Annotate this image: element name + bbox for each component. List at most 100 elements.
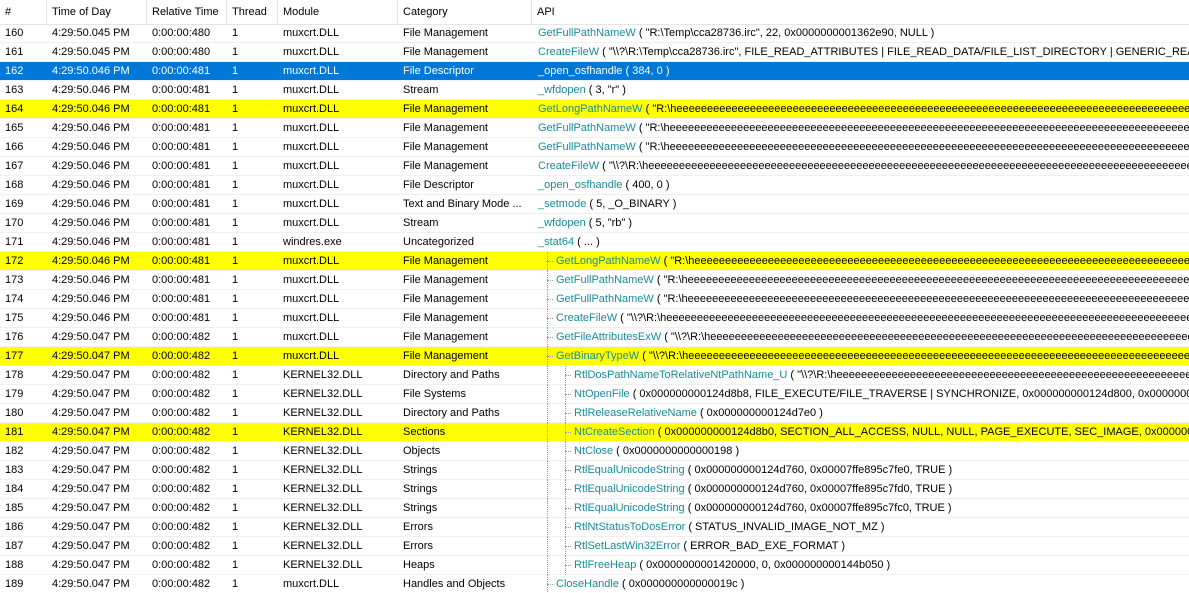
relative-time-cell: 0:00:00:480 xyxy=(152,27,211,39)
table-row[interactable]: 168 4:29:50.046 PM 0:00:00:481 1 muxcrt.DLL F… xyxy=(0,176,1189,195)
table-row[interactable]: 188 4:29:50.047 PM 0:00:00:482 1 KERNEL32.DL… xyxy=(0,556,1189,575)
thread-cell: 1 xyxy=(232,331,239,343)
table-row[interactable]: 183 4:29:50.047 PM 0:00:00:482 1 KERNEL32.DL… xyxy=(0,461,1189,480)
table-row[interactable]: 174 4:29:50.046 PM 0:00:00:481 1 muxcrt.DLL F… xyxy=(0,290,1189,309)
api-cell: NtClose ( 0x0000000000000198 ) xyxy=(532,442,1189,461)
table-row[interactable]: 170 4:29:50.046 PM 0:00:00:481 1 muxcrt.DLL S… xyxy=(0,214,1189,233)
api-arguments: ( "\\?\R:\Temp\cca28736.irc", FILE_READ_… xyxy=(599,46,1189,58)
table-row[interactable]: 185 4:29:50.047 PM 0:00:00:482 1 KERNEL32.DL… xyxy=(0,499,1189,518)
time-of-day-cell: 4:29:50.047 PM xyxy=(52,407,130,419)
row-number: 183 xyxy=(5,464,24,476)
row-number: 163 xyxy=(5,84,24,96)
relative-time-cell: 0:00:00:482 xyxy=(152,521,211,533)
row-number: 181 xyxy=(5,426,24,438)
api-cell: NtOpenFile ( 0x000000000124d8b8, FILE_EX… xyxy=(532,385,1189,404)
thread-cell: 1 xyxy=(232,445,239,457)
table-row[interactable]: 180 4:29:50.047 PM 0:00:00:482 1 KERNEL32.DL… xyxy=(0,404,1189,423)
module-cell: KERNEL32.DLL xyxy=(283,483,363,495)
column-header-number[interactable]: # xyxy=(0,0,47,24)
table-row[interactable]: 178 4:29:50.047 PM 0:00:00:482 1 KERNEL32.DL… xyxy=(0,366,1189,385)
time-of-day-cell: 4:29:50.046 PM xyxy=(52,103,130,115)
category-cell: Stream xyxy=(403,217,439,229)
category-cell: Strings xyxy=(403,502,438,514)
table-row[interactable]: 186 4:29:50.047 PM 0:00:00:482 1 KERNEL32.DL… xyxy=(0,518,1189,537)
relative-time-cell: 0:00:00:482 xyxy=(152,369,211,381)
category-cell: Objects xyxy=(403,445,441,457)
api-function-name: CreateFileW xyxy=(556,312,618,324)
column-header-time[interactable]: Time of Day xyxy=(47,0,147,24)
module-cell: muxcrt.DLL xyxy=(283,27,340,39)
table-row[interactable]: 187 4:29:50.047 PM 0:00:00:482 1 KERNEL32.DL… xyxy=(0,537,1189,556)
tree-indent-lines xyxy=(532,385,574,404)
table-row[interactable]: 169 4:29:50.046 PM 0:00:00:481 1 muxcrt.DLL T… xyxy=(0,195,1189,214)
module-cell: muxcrt.DLL xyxy=(283,103,340,115)
relative-time-cell: 0:00:00:481 xyxy=(152,255,211,267)
table-row[interactable]: 160 4:29:50.045 PM 0:00:00:480 1 muxcrt.DLL F… xyxy=(0,24,1189,43)
table-row[interactable]: 175 4:29:50.046 PM 0:00:00:481 1 muxcrt.DLL F… xyxy=(0,309,1189,328)
module-cell: KERNEL32.DLL xyxy=(283,502,363,514)
table-row[interactable]: 164 4:29:50.046 PM 0:00:00:481 1 muxcrt.DLL F… xyxy=(0,100,1189,119)
relative-time-cell: 0:00:00:481 xyxy=(152,141,211,153)
api-function-name: NtOpenFile xyxy=(574,388,630,400)
table-row[interactable]: 181 4:29:50.047 PM 0:00:00:482 1 KERNEL32.DL… xyxy=(0,423,1189,442)
table-row[interactable]: 176 4:29:50.047 PM 0:00:00:482 1 muxcrt.DLL F… xyxy=(0,328,1189,347)
category-cell: Uncategorized xyxy=(403,236,474,248)
table-row[interactable]: 167 4:29:50.046 PM 0:00:00:481 1 muxcrt.DLL F… xyxy=(0,157,1189,176)
category-cell: File Descriptor xyxy=(403,179,474,191)
api-cell: RtlEqualUnicodeString ( 0x000000000124d7… xyxy=(532,480,1189,499)
api-function-name: RtlFreeHeap xyxy=(574,559,637,571)
table-row[interactable]: 173 4:29:50.046 PM 0:00:00:481 1 muxcrt.DLL F… xyxy=(0,271,1189,290)
table-row[interactable]: 179 4:29:50.047 PM 0:00:00:482 1 KERNEL32.DL… xyxy=(0,385,1189,404)
time-of-day-cell: 4:29:50.046 PM xyxy=(52,312,130,324)
api-function-name: NtCreateSection xyxy=(574,426,655,438)
table-row[interactable]: 171 4:29:50.046 PM 0:00:00:481 1 windres.exe… xyxy=(0,233,1189,252)
api-arguments: ( 0x000000000124d760, 0x00007ffe895c7fd0… xyxy=(684,483,953,495)
column-header-module[interactable]: Module xyxy=(278,0,398,24)
api-cell: GetFullPathNameW ( "R:\heeeeeeeeeeeeeeee… xyxy=(532,290,1189,309)
api-function-name: RtlReleaseRelativeName xyxy=(574,407,697,419)
api-cell: GetFullPathNameW ( "R:\heeeeeeeeeeeeeeee… xyxy=(532,119,1189,138)
tree-indent-lines xyxy=(532,290,556,309)
table-row[interactable]: 177 4:29:50.047 PM 0:00:00:482 1 muxcrt.DLL F… xyxy=(0,347,1189,366)
relative-time-cell: 0:00:00:482 xyxy=(152,540,211,552)
time-of-day-cell: 4:29:50.046 PM xyxy=(52,236,130,248)
api-cell: RtlNtStatusToDosError ( STATUS_INVALID_I… xyxy=(532,518,1189,537)
tree-indent-lines xyxy=(532,252,556,271)
thread-cell: 1 xyxy=(232,27,239,39)
column-header-api[interactable]: API xyxy=(532,0,1189,24)
api-arguments: ( "R:\heeeeeeeeeeeeeeeeeeeeeeeeeeeeeeeee… xyxy=(656,274,1189,286)
time-of-day-cell: 4:29:50.046 PM xyxy=(52,141,130,153)
table-row[interactable]: 166 4:29:50.046 PM 0:00:00:481 1 muxcrt.DLL F… xyxy=(0,138,1189,157)
api-arguments: ( 0x000000000124d760, 0x00007ffe895c7fc0… xyxy=(684,502,952,514)
table-row[interactable]: 161 4:29:50.045 PM 0:00:00:480 1 muxcrt.DLL F… xyxy=(0,43,1189,62)
table-row[interactable]: 165 4:29:50.046 PM 0:00:00:481 1 muxcrt.DLL F… xyxy=(0,119,1189,138)
time-of-day-cell: 4:29:50.047 PM xyxy=(52,521,130,533)
api-cell: NtCreateSection ( 0x000000000124d8b0, SE… xyxy=(532,423,1189,442)
api-arguments: ( ERROR_BAD_EXE_FORMAT ) xyxy=(680,540,845,552)
category-cell: File Management xyxy=(403,312,488,324)
column-header-relative-time[interactable]: Relative Time xyxy=(147,0,227,24)
row-number: 184 xyxy=(5,483,24,495)
table-row[interactable]: 189 4:29:50.047 PM 0:00:00:482 1 muxcrt.DLL H… xyxy=(0,575,1189,593)
thread-cell: 1 xyxy=(232,388,239,400)
api-cell: _open_osfhandle ( 400, 0 ) xyxy=(532,176,1189,195)
table-row[interactable]: 172 4:29:50.046 PM 0:00:00:481 1 muxcrt.DLL F… xyxy=(0,252,1189,271)
table-row[interactable]: 162 4:29:50.046 PM 0:00:00:481 1 muxcrt.DLL F… xyxy=(0,62,1189,81)
table-row[interactable]: 163 4:29:50.046 PM 0:00:00:481 1 muxcrt.DLL S… xyxy=(0,81,1189,100)
relative-time-cell: 0:00:00:482 xyxy=(152,559,211,571)
column-header-thread[interactable]: Thread xyxy=(227,0,278,24)
api-cell: RtlFreeHeap ( 0x0000000001420000, 0, 0x0… xyxy=(532,556,1189,575)
time-of-day-cell: 4:29:50.047 PM xyxy=(52,445,130,457)
module-cell: muxcrt.DLL xyxy=(283,578,340,590)
api-function-name: CloseHandle xyxy=(556,578,619,590)
thread-cell: 1 xyxy=(232,521,239,533)
column-header-category[interactable]: Category xyxy=(398,0,532,24)
api-arguments: ( 0x000000000124d760, 0x00007ffe895c7fe0… xyxy=(684,464,953,476)
relative-time-cell: 0:00:00:482 xyxy=(152,350,211,362)
time-of-day-cell: 4:29:50.045 PM xyxy=(52,46,130,58)
relative-time-cell: 0:00:00:481 xyxy=(152,312,211,324)
row-number: 173 xyxy=(5,274,24,286)
thread-cell: 1 xyxy=(232,236,239,248)
table-row[interactable]: 182 4:29:50.047 PM 0:00:00:482 1 KERNEL32.DL… xyxy=(0,442,1189,461)
table-row[interactable]: 184 4:29:50.047 PM 0:00:00:482 1 KERNEL32.DL… xyxy=(0,480,1189,499)
